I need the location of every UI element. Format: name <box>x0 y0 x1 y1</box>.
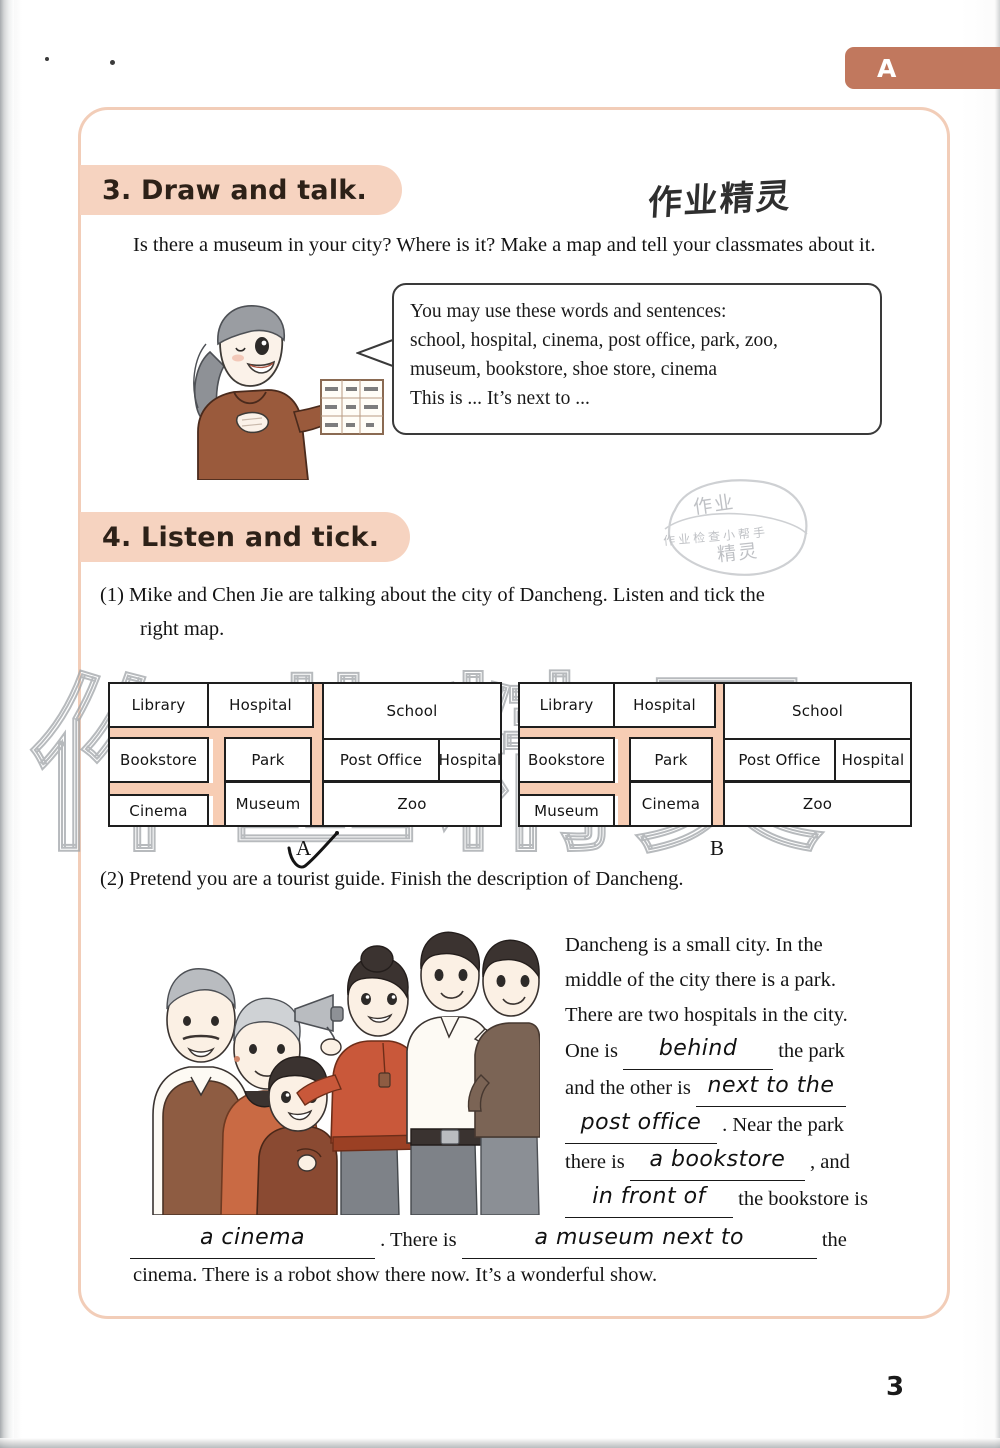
speech-bubble: You may use these words and sentences: s… <box>392 283 882 435</box>
map-a-cell-hospital-right: Hospital <box>438 738 502 782</box>
desc-line-1: Dancheng is a small city. In the <box>565 934 823 956</box>
desc-line-8: in front of the bookstore is <box>565 1181 923 1218</box>
map-a-cell-library: Library <box>108 682 209 728</box>
map-a-cell-bookstore: Bookstore <box>108 737 209 783</box>
map-a-cell-cinema: Cinema <box>108 794 209 827</box>
tail-mid-text: . There is <box>380 1229 457 1251</box>
desc-line-4-pre: One is <box>565 1040 618 1062</box>
task4-question1: (1) Mike and Chen Jie are talking about … <box>100 578 930 646</box>
map-a-cell-zoo: Zoo <box>322 781 502 827</box>
bubble-line-1: You may use these words and sentences: <box>410 301 727 322</box>
bubble-line-2: school, hospital, cinema, post office, p… <box>410 330 778 351</box>
answer-blank-7[interactable]: a museum next to <box>461 1222 817 1259</box>
task4-question1-line1: (1) Mike and Chen Jie are talking about … <box>100 584 765 606</box>
map-a-cell-museum: Museum <box>224 781 312 827</box>
desc-line-6: post office . Near the park <box>565 1107 923 1144</box>
paper-speck-1 <box>45 57 49 61</box>
page-number: 3 <box>886 1372 905 1402</box>
map-option-b[interactable]: Library Hospital School Bookstore Park P… <box>518 682 912 827</box>
task4-heading: 4. Listen and tick. <box>80 512 410 562</box>
task4-heading-label: 4. Listen and tick. <box>102 521 380 553</box>
desc-line-7: there is a bookstore , and <box>565 1144 923 1181</box>
unit-tab-a: A <box>845 47 1000 89</box>
scan-edge-bottom <box>0 1438 1000 1448</box>
dancheng-description: Dancheng is a small city. In the middle … <box>565 928 923 1218</box>
task4-question1-line2: right map. <box>140 618 225 640</box>
dancheng-description-tail-2: cinema. There is a robot show there now.… <box>133 1264 658 1286</box>
bubble-line-3: museum, bookstore, shoe store, cinema <box>410 359 718 380</box>
dancheng-description-tail-1: a cinema . There is a museum next to the <box>130 1222 930 1259</box>
desc-line-7-post: , and <box>810 1151 850 1173</box>
stamp-bottom-text: 精灵 <box>716 539 761 567</box>
family-group-illustration <box>152 931 540 1215</box>
desc-line-6-post: . Near the park <box>722 1114 844 1136</box>
map-b-cell-bookstore: Bookstore <box>518 737 615 783</box>
desc-line-4: One is behind the park <box>565 1033 923 1070</box>
map-b-cell-cinema: Cinema <box>629 781 713 827</box>
stamp-watermark: 作业 作业检查小帮手 精灵 <box>645 474 825 579</box>
girl-with-map-illustration <box>193 305 384 480</box>
answer-blank-1[interactable]: behind <box>623 1033 774 1070</box>
unit-tab-label: A <box>877 53 898 83</box>
map-b-cell-hospital-right: Hospital <box>834 738 912 782</box>
stamp-top-text: 作业 <box>691 491 737 519</box>
paper-speck-2 <box>110 60 115 65</box>
map-b-cell-museum: Museum <box>518 794 615 827</box>
map-a-cell-school: School <box>322 682 502 740</box>
map-b-cell-school: School <box>723 682 912 740</box>
desc-line-3: There are two hospitals in the city. <box>565 1004 848 1026</box>
scan-edge-left <box>0 0 14 1448</box>
desc-line-8-post: the bookstore is <box>738 1188 868 1210</box>
desc-line-4-post: the park <box>778 1040 845 1062</box>
map-a-cell-park: Park <box>224 737 312 782</box>
answer-blank-5[interactable]: in front of <box>565 1181 733 1218</box>
map-b-cell-hospital-top: Hospital <box>613 682 716 728</box>
handwritten-watermark: 作业精灵 <box>646 176 793 224</box>
answer-blank-6[interactable]: a cinema <box>130 1222 375 1259</box>
map-a-cell-hospital-top: Hospital <box>207 682 314 728</box>
desc-line-5-pre: and the other is <box>565 1077 691 1099</box>
answer-blank-3[interactable]: post office <box>565 1107 717 1144</box>
desc-line-2: middle of the city there is a park. <box>565 969 836 991</box>
bubble-line-4: This is ... It’s next to ... <box>410 388 590 409</box>
tail-end-text: the <box>821 1229 847 1251</box>
map-b-cell-zoo: Zoo <box>723 781 912 827</box>
map-a-cell-post-office: Post Office <box>322 738 440 782</box>
task4-question2: (2) Pretend you are a tourist guide. Fin… <box>100 868 684 890</box>
map-a-label: A <box>296 836 312 860</box>
map-b-cell-park: Park <box>629 737 713 782</box>
answer-blank-4[interactable]: a bookstore <box>629 1144 805 1181</box>
desc-line-5: and the other is next to the <box>565 1070 923 1107</box>
map-b-cell-post-office: Post Office <box>723 738 836 782</box>
task3-heading: 3. Draw and talk. <box>80 165 402 215</box>
answer-blank-2[interactable]: next to the <box>695 1070 846 1107</box>
map-option-a[interactable]: Library Hospital School Bookstore Park P… <box>108 682 502 827</box>
task3-prompt: Is there a museum in your city? Where is… <box>133 234 876 256</box>
task3-heading-label: 3. Draw and talk. <box>102 174 367 206</box>
scan-edge-right <box>994 0 1000 1448</box>
map-b-cell-library: Library <box>518 682 615 728</box>
desc-line-7-pre: there is <box>565 1151 625 1173</box>
map-b-label: B <box>710 836 725 860</box>
